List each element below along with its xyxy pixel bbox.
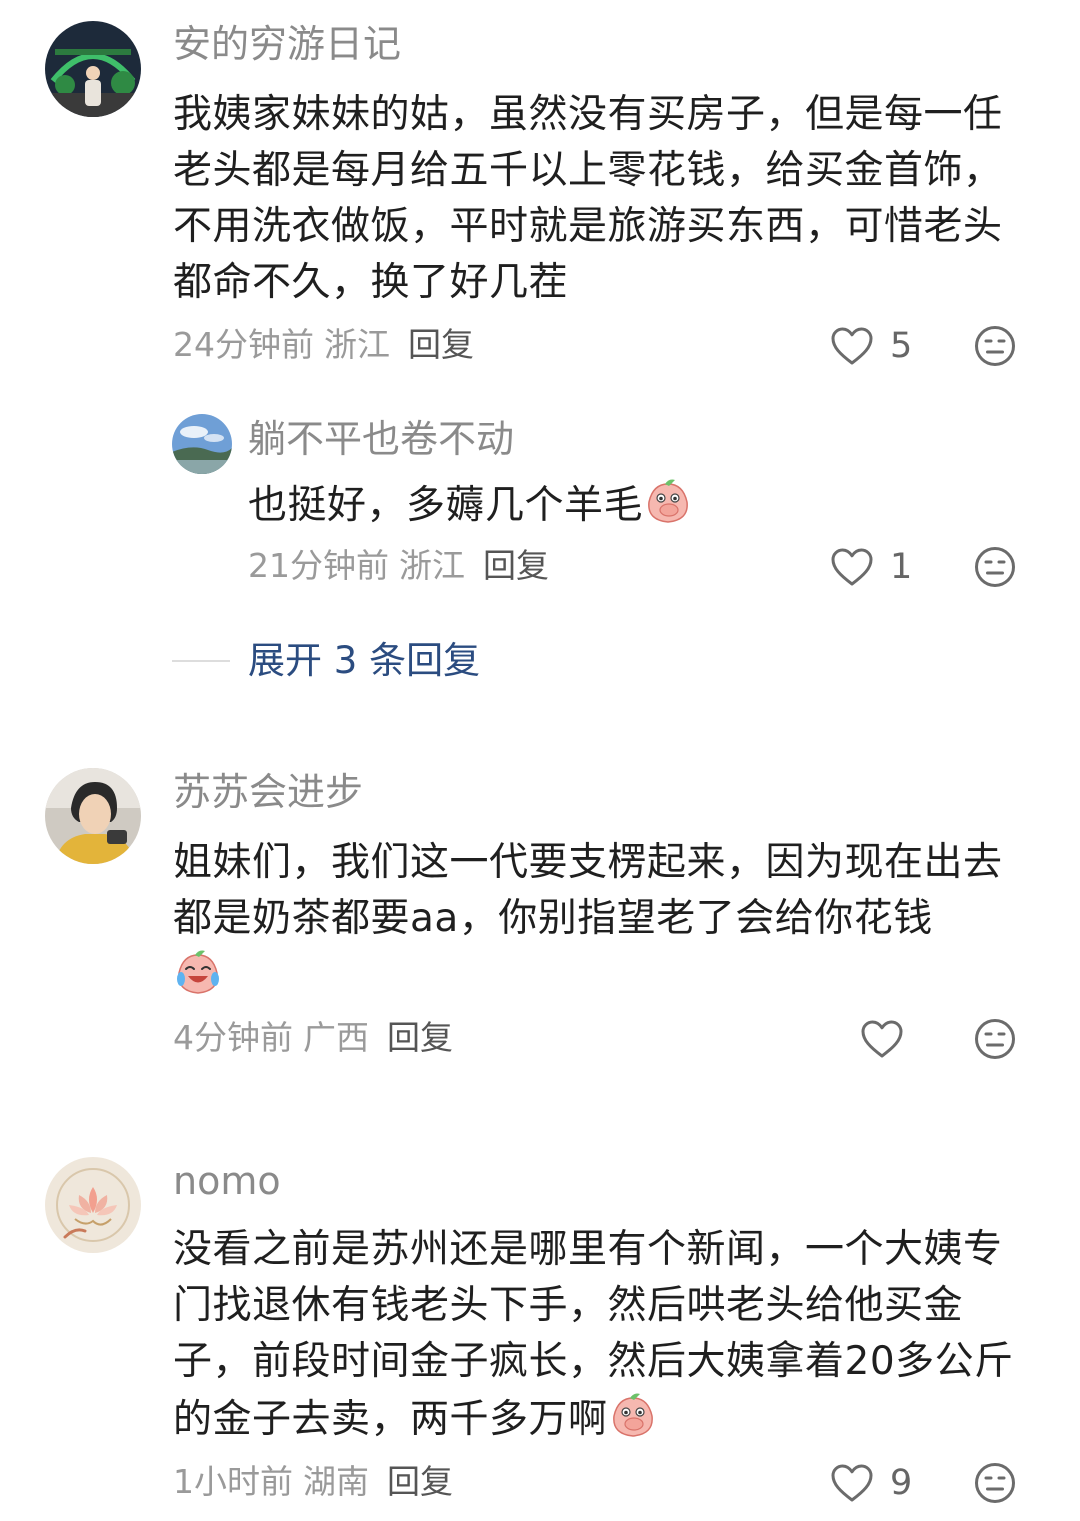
covering-mouth-peach-emoji-icon bbox=[612, 1393, 653, 1437]
comment-time: 24分钟前 bbox=[173, 325, 314, 364]
comment-meta: 1小时前 湖南 回复 bbox=[173, 1460, 463, 1504]
covering-mouth-peach-emoji-icon bbox=[648, 479, 688, 523]
reply-button[interactable]: 回复 bbox=[483, 546, 549, 585]
expand-replies-label: 展开 3 条回复 bbox=[248, 639, 481, 682]
reply-time: 21分钟前 bbox=[248, 546, 389, 585]
avatar[interactable] bbox=[45, 21, 141, 117]
divider bbox=[172, 660, 230, 662]
like-button[interactable]: 1 bbox=[830, 545, 912, 589]
heart-icon bbox=[831, 548, 873, 586]
avatar-landscape-icon bbox=[172, 414, 232, 474]
laughing-tears-peach-emoji-icon bbox=[177, 950, 219, 994]
comment-location: 广西 bbox=[303, 1018, 369, 1057]
reply-username[interactable]: 躺不平也卷不动 bbox=[248, 415, 514, 463]
comment-meta: 24分钟前 浙江 回复 bbox=[173, 323, 484, 367]
comment-time: 1小时前 bbox=[173, 1462, 293, 1501]
unhappy-face-icon bbox=[975, 547, 1015, 587]
dislike-button[interactable] bbox=[974, 1462, 1016, 1504]
like-count: 5 bbox=[890, 326, 913, 366]
heart-icon bbox=[861, 1020, 903, 1058]
comment-username[interactable]: 安的穷游日记 bbox=[173, 20, 401, 68]
like-count: 1 bbox=[890, 547, 913, 587]
comment-location: 湖南 bbox=[303, 1462, 369, 1501]
reply-button[interactable]: 回复 bbox=[408, 325, 474, 364]
heart-icon bbox=[831, 1464, 873, 1502]
comment-content[interactable]: 我姨家妹妹的姑，虽然没有买房子，但是每一任老头都是每月给五千以上零花钱，给买金首… bbox=[173, 87, 1018, 311]
avatar[interactable] bbox=[45, 1157, 141, 1253]
comment-text: 我姨家妹妹的姑，虽然没有买房子，但是每一任老头都是每月给五千以上零花钱，给买金首… bbox=[173, 92, 1003, 305]
comment-content[interactable]: 没看之前是苏州还是哪里有个新闻，一个大姨专门找退休有钱老头下手，然后哄老头给他买… bbox=[173, 1222, 1018, 1448]
dislike-button[interactable] bbox=[974, 546, 1016, 588]
like-button[interactable] bbox=[860, 1017, 920, 1061]
avatar[interactable] bbox=[45, 768, 141, 864]
reply-location: 浙江 bbox=[399, 546, 465, 585]
like-button[interactable]: 9 bbox=[830, 1461, 912, 1505]
comment-username[interactable]: nomo bbox=[173, 1157, 281, 1205]
avatar-lotus-icon bbox=[45, 1157, 141, 1253]
dislike-button[interactable] bbox=[974, 325, 1016, 367]
heart-icon bbox=[831, 327, 873, 365]
avatar-person-icon bbox=[45, 768, 141, 864]
comment-username[interactable]: 苏苏会进步 bbox=[173, 768, 363, 816]
dislike-button[interactable] bbox=[974, 1018, 1016, 1060]
like-button[interactable]: 5 bbox=[830, 324, 912, 368]
unhappy-face-icon bbox=[975, 326, 1015, 366]
like-count: 9 bbox=[890, 1463, 913, 1503]
reply-meta: 21分钟前 浙江 回复 bbox=[248, 544, 559, 588]
unhappy-face-icon bbox=[975, 1463, 1015, 1503]
comment-content[interactable]: 姐妹们，我们这一代要支楞起来，因为现在出去都是奶茶都要aa，你别指望老了会给你花… bbox=[173, 835, 1018, 1005]
reply-text: 也挺好，多薅几个羊毛 bbox=[248, 483, 644, 528]
comment-location: 浙江 bbox=[324, 325, 390, 364]
avatar-night-scene-icon bbox=[45, 21, 141, 117]
comment-text: 没看之前是苏州还是哪里有个新闻，一个大姨专门找退休有钱老头下手，然后哄老头给他买… bbox=[173, 1227, 1014, 1442]
comment-meta: 4分钟前 广西 回复 bbox=[173, 1016, 463, 1060]
reply-button[interactable]: 回复 bbox=[387, 1018, 453, 1057]
expand-replies-button[interactable]: 展开 3 条回复 bbox=[172, 636, 480, 686]
reply-content[interactable]: 也挺好，多薅几个羊毛 bbox=[248, 476, 1018, 534]
comment-text: 姐妹们，我们这一代要支楞起来，因为现在出去都是奶茶都要aa，你别指望老了会给你花… bbox=[173, 840, 1003, 941]
reply-avatar[interactable] bbox=[172, 414, 232, 474]
comment-time: 4分钟前 bbox=[173, 1018, 293, 1057]
reply-button[interactable]: 回复 bbox=[387, 1462, 453, 1501]
unhappy-face-icon bbox=[975, 1019, 1015, 1059]
